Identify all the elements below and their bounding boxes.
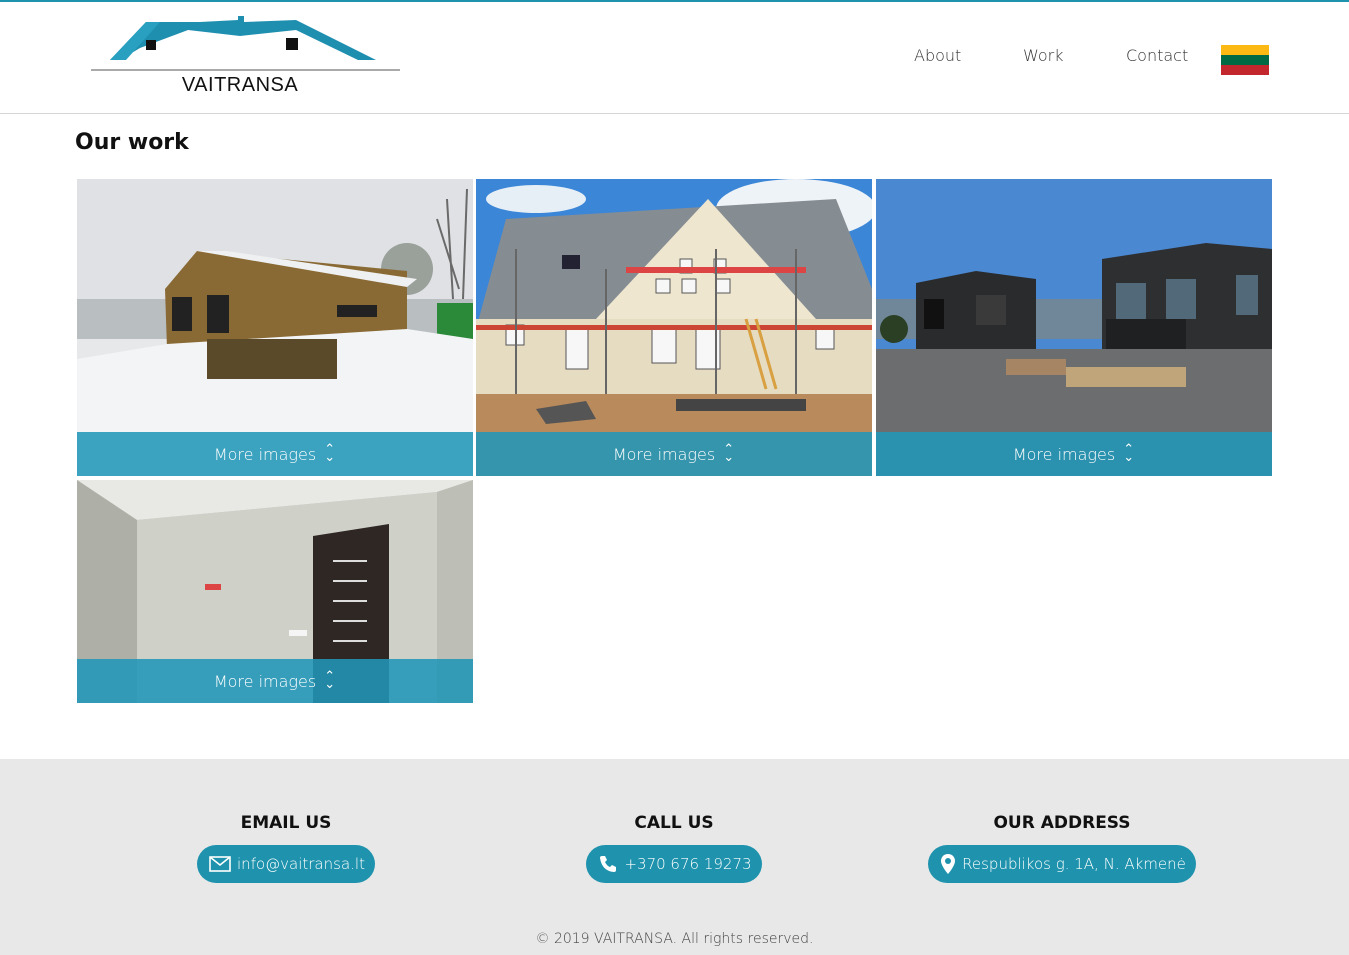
- more-images-label: More images: [213, 444, 317, 464]
- site-header: VAITRANSA About Work Contact: [0, 2, 1349, 114]
- email-link[interactable]: info@vaitransa.lt: [197, 845, 375, 883]
- nav-work[interactable]: Work: [1023, 46, 1064, 65]
- footer-email: EMAIL US info@vaitransa.lt: [186, 813, 386, 883]
- more-images-button[interactable]: More images ⌃ ⌄: [876, 432, 1272, 476]
- address-heading: OUR ADDRESS: [993, 813, 1131, 833]
- chevron-up-down-icon: ⌃ ⌄: [723, 442, 735, 465]
- nav-contact[interactable]: Contact: [1126, 46, 1188, 65]
- nav-about[interactable]: About: [914, 46, 961, 65]
- page-title: Our work: [75, 130, 189, 155]
- chevron-up-down-icon: ⌃ ⌄: [324, 442, 336, 465]
- more-images-label: More images: [612, 444, 716, 464]
- phone-icon: [600, 856, 617, 872]
- address-link[interactable]: Respublikos g. 1A, N. Akmenė: [928, 845, 1196, 883]
- work-card-3[interactable]: More images ⌃ ⌄: [876, 179, 1272, 476]
- email-heading: EMAIL US: [240, 813, 332, 833]
- phone-value: +370 676 19273: [624, 855, 752, 873]
- more-images-button[interactable]: More images ⌃ ⌄: [77, 659, 473, 703]
- copyright-text: © 2019 VAITRANSA. All rights reserved.: [535, 931, 814, 947]
- work-card-1[interactable]: More images ⌃ ⌄: [77, 179, 473, 476]
- chevron-up-down-icon: ⌃ ⌄: [324, 669, 336, 692]
- chevron-up-down-icon: ⌃ ⌄: [1123, 442, 1135, 465]
- more-images-label: More images: [213, 671, 317, 691]
- email-value: info@vaitransa.lt: [237, 855, 365, 873]
- logo-text: VAITRANSA: [181, 74, 299, 96]
- site-footer: EMAIL US info@vaitransa.lt CALL US +370 …: [0, 759, 1349, 955]
- more-images-button[interactable]: More images ⌃ ⌄: [77, 432, 473, 476]
- phone-link[interactable]: +370 676 19273: [586, 845, 762, 883]
- footer-address: OUR ADDRESS Respublikos g. 1A, N. Akmenė: [912, 813, 1212, 883]
- location-pin-icon: [941, 854, 956, 874]
- language-flag-lt-icon[interactable]: [1221, 45, 1269, 75]
- address-value: Respublikos g. 1A, N. Akmenė: [962, 855, 1186, 873]
- more-images-label: More images: [1012, 444, 1116, 464]
- work-card-4[interactable]: More images ⌃ ⌄: [77, 480, 473, 703]
- main-nav: About Work Contact: [0, 46, 1349, 76]
- more-images-button[interactable]: More images ⌃ ⌄: [476, 432, 872, 476]
- work-card-2[interactable]: More images ⌃ ⌄: [476, 179, 872, 476]
- footer-phone: CALL US +370 676 19273: [574, 813, 774, 883]
- phone-heading: CALL US: [634, 813, 714, 833]
- mail-icon: [209, 856, 231, 872]
